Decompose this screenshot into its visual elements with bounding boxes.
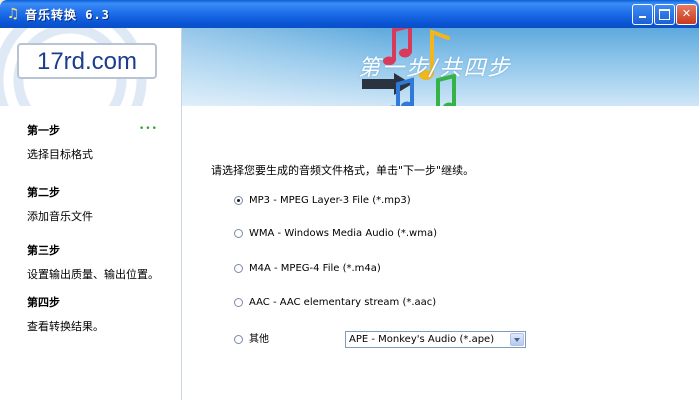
minimize-button[interactable] xyxy=(632,4,653,25)
step-2: 第二步 添加音乐文件 xyxy=(27,184,93,224)
music-app-icon[interactable]: ♫ xyxy=(5,6,21,22)
radio-other[interactable] xyxy=(234,335,243,344)
radio-mp3[interactable] xyxy=(234,196,243,205)
close-button[interactable]: ✕ xyxy=(676,4,697,25)
logo-text: 17rd.com xyxy=(36,48,138,75)
format-selection-panel: 请选择您要生成的音频文件格式，单击"下一步"继续。 MP3 - MPEG Lay… xyxy=(182,106,699,400)
step-4: 第四步 查看转换结果。 xyxy=(27,294,104,334)
step-desc: 设置输出质量、输出位置。 xyxy=(27,268,159,281)
active-step-indicator-icon: ••• xyxy=(139,124,158,134)
radio-m4a[interactable] xyxy=(234,264,243,273)
other-format-select[interactable]: APE - Monkey's Audio (*.ape) xyxy=(345,331,526,348)
radio-aac[interactable] xyxy=(234,298,243,307)
maximize-button[interactable] xyxy=(654,4,675,25)
window-title: 音乐转换 6.3 xyxy=(25,8,110,22)
logo-area: 17rd.com xyxy=(0,28,181,106)
title-bar[interactable]: ♫ 音乐转换 6.3 ✕ xyxy=(0,0,699,28)
close-icon: ✕ xyxy=(681,7,692,20)
app-window: ♫ 音乐转换 6.3 ✕ 17rd.com 第一步 选择目标格式 ••• 第二步… xyxy=(0,0,699,400)
step-desc: 选择目标格式 xyxy=(27,148,93,161)
radio-wma[interactable] xyxy=(234,229,243,238)
step-1: 第一步 选择目标格式 xyxy=(27,122,93,162)
wizard-step-title: 第一步/共四步 xyxy=(358,56,512,81)
chevron-down-icon[interactable] xyxy=(510,333,524,346)
client-area: 17rd.com 第一步 选择目标格式 ••• 第二步 添加音乐文件 第三步 设… xyxy=(0,28,699,400)
select-value: APE - Monkey's Audio (*.ape) xyxy=(349,334,495,345)
step-title: 第四步 xyxy=(27,296,60,309)
option-label: M4A - MPEG-4 File (*.m4a) xyxy=(249,263,381,274)
logo: 17rd.com xyxy=(17,43,157,79)
steps-sidebar: 17rd.com 第一步 选择目标格式 ••• 第二步 添加音乐文件 第三步 设… xyxy=(0,28,182,400)
option-label: 其他 xyxy=(249,334,269,345)
option-label: WMA - Windows Media Audio (*.wma) xyxy=(249,228,437,239)
step-desc: 添加音乐文件 xyxy=(27,210,93,223)
step-title: 第一步 xyxy=(27,124,60,137)
step-title: 第二步 xyxy=(27,186,60,199)
minimize-icon xyxy=(639,16,646,18)
header-banner: 第一步/共四步 xyxy=(182,28,699,106)
maximize-icon xyxy=(659,9,670,20)
step-title: 第三步 xyxy=(27,244,60,257)
option-label: AAC - AAC elementary stream (*.aac) xyxy=(249,297,437,308)
option-label: MP3 - MPEG Layer-3 File (*.mp3) xyxy=(249,195,411,206)
step-3: 第三步 设置输出质量、输出位置。 xyxy=(27,242,159,282)
step-desc: 查看转换结果。 xyxy=(27,320,104,333)
instruction-text: 请选择您要生成的音频文件格式，单击"下一步"继续。 xyxy=(211,164,475,177)
